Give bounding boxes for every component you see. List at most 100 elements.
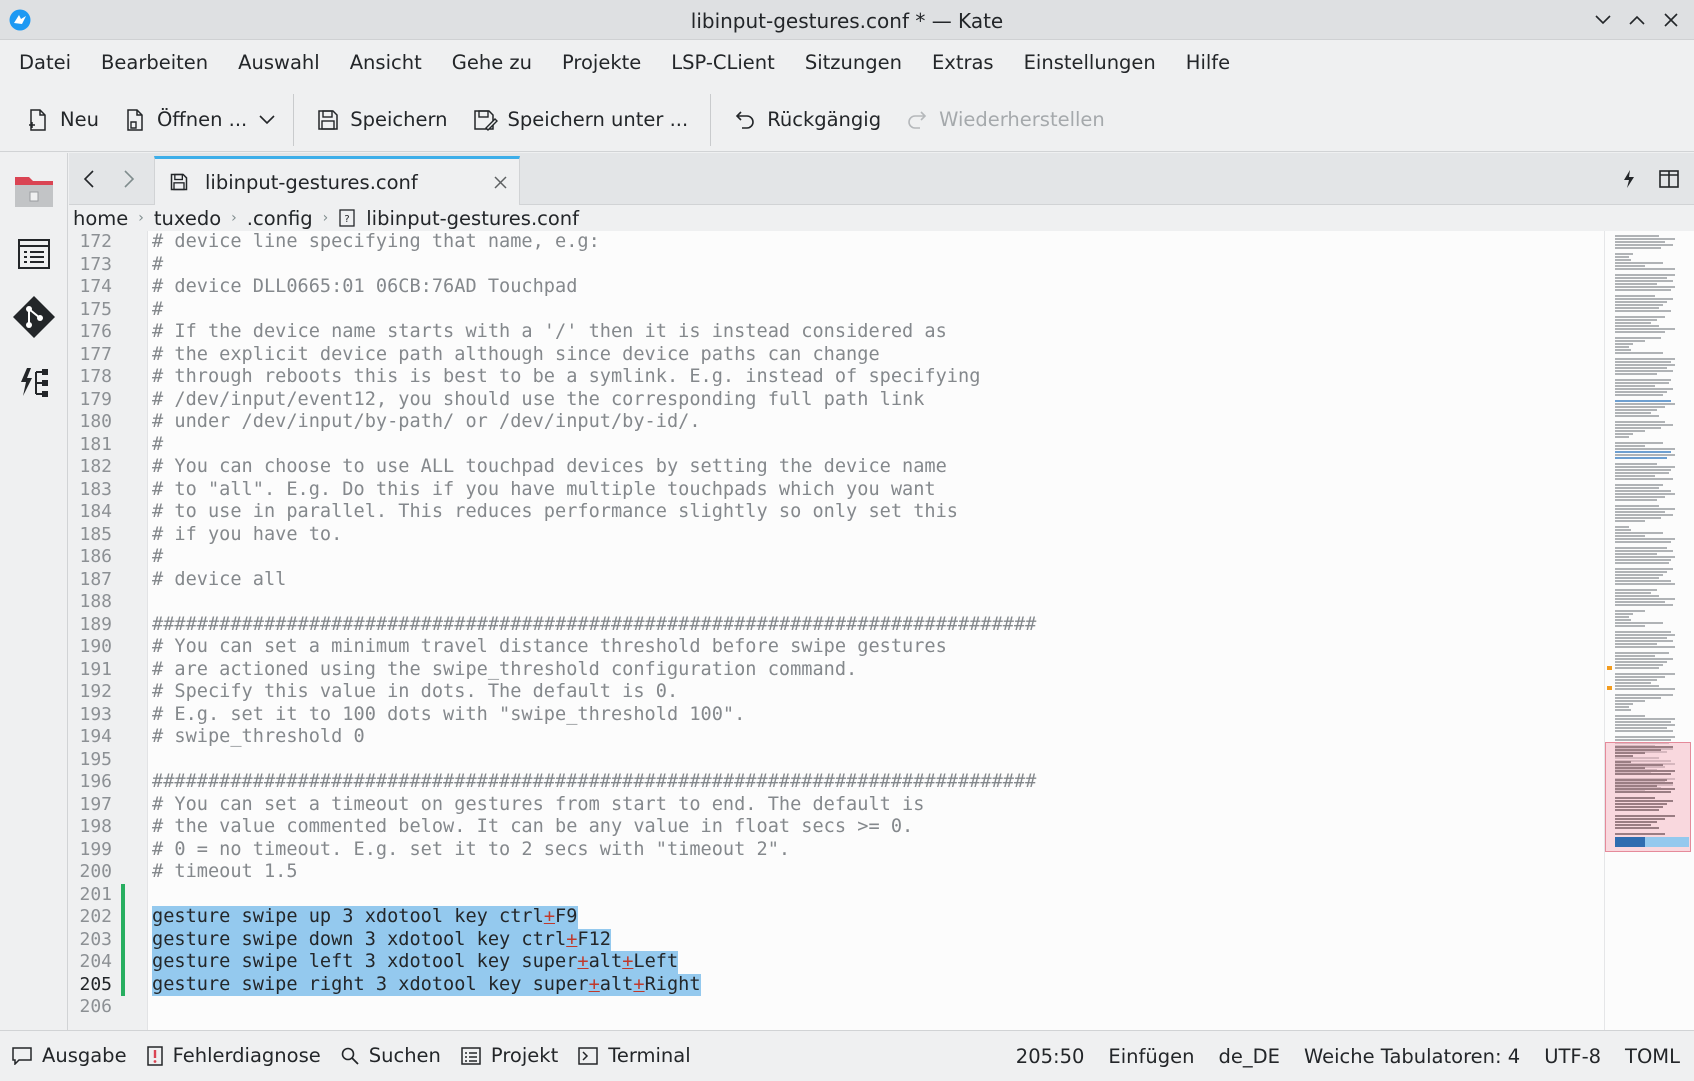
line-number[interactable]: 206 <box>69 996 112 1019</box>
code-line[interactable]: gesture swipe left 3 xdotool key super+a… <box>152 951 678 974</box>
line-number[interactable]: 203 <box>69 929 112 952</box>
forward-button[interactable] <box>115 165 143 193</box>
save-as-button[interactable]: Speichern unter ... <box>460 97 701 143</box>
breadcrumb-file[interactable]: libinput-gestures.conf <box>366 207 579 230</box>
code-line[interactable]: # device DLL0665:01 06CB:76AD Touchpad <box>152 276 577 299</box>
dictionary[interactable]: de_DE <box>1206 1045 1291 1068</box>
new-button[interactable]: Neu <box>14 97 111 143</box>
menu-datei[interactable]: Datei <box>4 41 86 85</box>
code-line[interactable]: # are actioned using the swipe_threshold… <box>152 659 857 682</box>
code-line[interactable]: ########################################… <box>152 614 1036 637</box>
line-number[interactable]: 178 <box>69 366 112 389</box>
code-line[interactable]: # to use in parallel. This reduces perfo… <box>152 501 958 524</box>
code-line[interactable]: # <box>152 434 163 457</box>
code-line[interactable]: # if you have to. <box>152 524 342 547</box>
maximize-button[interactable] <box>1625 8 1649 32</box>
code-line[interactable]: # device all <box>152 569 286 592</box>
code-line[interactable]: # E.g. set it to 100 dots with "swipe_th… <box>152 704 745 727</box>
line-number[interactable]: 190 <box>69 636 112 659</box>
line-number[interactable]: 197 <box>69 794 112 817</box>
diagnostics-toolview-button[interactable]: Fehlerdiagnose <box>137 1044 331 1067</box>
line-number[interactable]: 174 <box>69 276 112 299</box>
code-line[interactable]: gesture swipe right 3 xdotool key super+… <box>152 974 701 997</box>
line-number[interactable]: 194 <box>69 726 112 749</box>
line-number[interactable]: 200 <box>69 861 112 884</box>
line-number[interactable]: 173 <box>69 254 112 277</box>
line-number[interactable]: 181 <box>69 434 112 457</box>
save-button[interactable]: Speichern <box>304 97 459 143</box>
code-line[interactable]: # the explicit device path although sinc… <box>152 344 880 367</box>
line-number[interactable]: 186 <box>69 546 112 569</box>
line-number[interactable]: 184 <box>69 501 112 524</box>
code-line[interactable]: gesture swipe up 3 xdotool key ctrl+F9 <box>152 906 577 929</box>
code-line[interactable]: # <box>152 299 163 322</box>
menu-lsp-client[interactable]: LSP-CLient <box>656 41 790 85</box>
code-line[interactable]: # You can choose to use ALL touchpad dev… <box>152 456 947 479</box>
breadcrumb-home[interactable]: home <box>73 207 128 230</box>
minimize-button[interactable] <box>1591 8 1615 32</box>
code-line[interactable]: # You can set a minimum travel distance … <box>152 636 947 659</box>
tab-libinput-gestures[interactable]: libinput-gestures.conf <box>154 156 520 205</box>
line-number[interactable]: 205 <box>69 974 112 997</box>
indentation-settings[interactable]: Weiche Tabulatoren: 4 <box>1292 1045 1532 1068</box>
line-number[interactable]: 175 <box>69 299 112 322</box>
back-button[interactable] <box>75 165 103 193</box>
open-button[interactable]: Öffnen ... <box>111 97 251 143</box>
line-number[interactable]: 185 <box>69 524 112 547</box>
breadcrumb-config[interactable]: .config <box>247 207 313 230</box>
code-line[interactable]: # <box>152 546 163 569</box>
breadcrumb-tuxedo[interactable]: tuxedo <box>154 207 221 230</box>
line-number[interactable]: 195 <box>69 749 112 772</box>
line-number[interactable]: 192 <box>69 681 112 704</box>
menu-auswahl[interactable]: Auswahl <box>223 41 335 85</box>
line-number[interactable]: 182 <box>69 456 112 479</box>
line-number[interactable]: 198 <box>69 816 112 839</box>
code-line[interactable]: # the value commented below. It can be a… <box>152 816 913 839</box>
editor-view[interactable]: 172 173 174 175 176 177 178 179 180 181 182 183 184 1… <box>69 231 1604 1030</box>
input-mode[interactable]: Einfügen <box>1096 1045 1206 1068</box>
code-line[interactable]: # through reboots this is best to be a s… <box>152 366 980 389</box>
line-number[interactable]: 199 <box>69 839 112 862</box>
line-number[interactable]: 193 <box>69 704 112 727</box>
close-window-button[interactable] <box>1659 8 1683 32</box>
line-number[interactable]: 204 <box>69 951 112 974</box>
code-line[interactable]: ########################################… <box>152 771 1036 794</box>
line-number[interactable]: 183 <box>69 479 112 502</box>
code-line[interactable]: # to "all". E.g. Do this if you have mul… <box>152 479 936 502</box>
menu-einstellungen[interactable]: Einstellungen <box>1009 41 1171 85</box>
minimap-scrollbar[interactable] <box>1604 231 1694 1030</box>
code-line[interactable]: # timeout 1.5 <box>152 861 298 884</box>
menu-sitzungen[interactable]: Sitzungen <box>790 41 917 85</box>
code-line[interactable]: # under /dev/input/by-path/ or /dev/inpu… <box>152 411 701 434</box>
line-number[interactable]: 196 <box>69 771 112 794</box>
code-line[interactable]: gesture swipe down 3 xdotool key ctrl+F1… <box>152 929 611 952</box>
line-number[interactable]: 202 <box>69 906 112 929</box>
line-number[interactable]: 180 <box>69 411 112 434</box>
line-number[interactable]: 179 <box>69 389 112 412</box>
code-line[interactable]: # 0 = no timeout. E.g. set it to 2 secs … <box>152 839 790 862</box>
code-line[interactable]: # device line specifying that name, e.g: <box>152 231 600 254</box>
open-dropdown-button[interactable] <box>251 97 283 143</box>
line-number[interactable]: 176 <box>69 321 112 344</box>
symbols-toolview-button[interactable] <box>10 230 58 278</box>
code-line[interactable]: # Specify this value in dots. The defaul… <box>152 681 678 704</box>
redo-button[interactable]: Wiederherstellen <box>893 97 1117 143</box>
terminal-toolview-button[interactable]: Terminal <box>568 1044 700 1067</box>
file-type[interactable]: TOML <box>1613 1045 1694 1068</box>
line-number[interactable]: 189 <box>69 614 112 637</box>
menu-hilfe[interactable]: Hilfe <box>1171 41 1245 85</box>
menu-projekte[interactable]: Projekte <box>547 41 656 85</box>
code-line[interactable]: # /dev/input/event12, you should use the… <box>152 389 924 412</box>
code-line[interactable]: # If the device name starts with a '/' t… <box>152 321 947 344</box>
code-line[interactable]: # <box>152 254 163 277</box>
close-tab-button[interactable] <box>494 175 507 189</box>
line-number[interactable]: 172 <box>69 231 112 254</box>
line-number[interactable]: 191 <box>69 659 112 682</box>
menu-gehe-zu[interactable]: Gehe zu <box>437 41 547 85</box>
cursor-position[interactable]: 205:50 <box>1004 1045 1097 1068</box>
line-number[interactable]: 201 <box>69 884 112 907</box>
project-toolview-button[interactable]: Projekt <box>451 1044 568 1067</box>
line-number[interactable]: 177 <box>69 344 112 367</box>
menu-bearbeiten[interactable]: Bearbeiten <box>86 41 223 85</box>
line-number[interactable]: 188 <box>69 591 112 614</box>
